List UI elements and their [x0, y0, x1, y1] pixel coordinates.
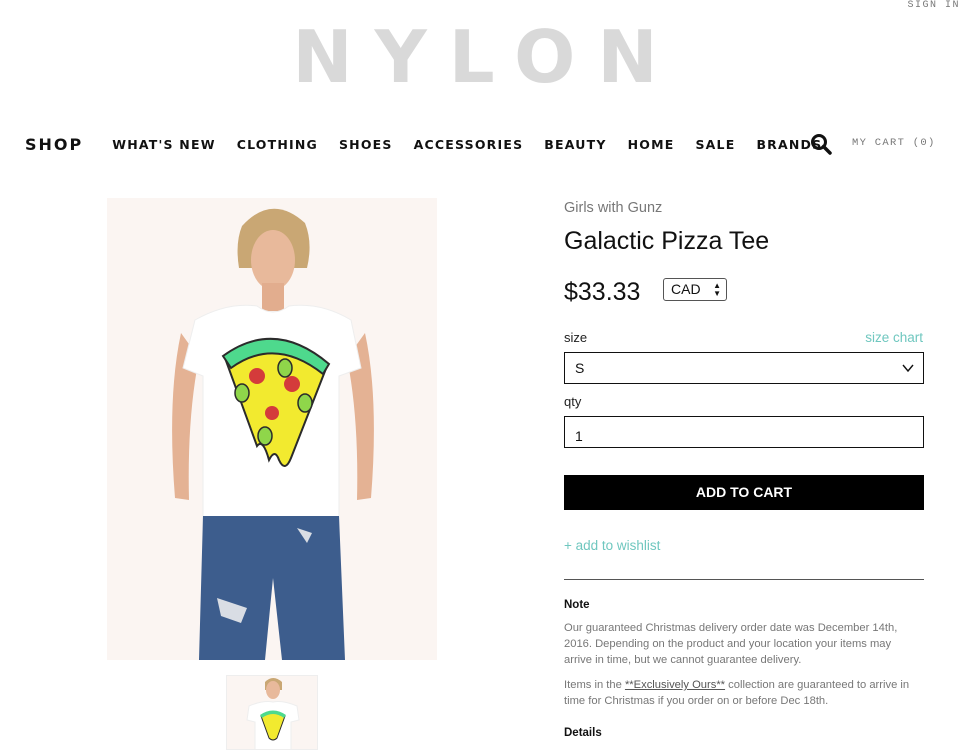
size-select-value: S — [575, 360, 585, 376]
product-thumbnail[interactable] — [226, 675, 318, 750]
product-main-image — [107, 198, 437, 660]
currency-value: CAD — [671, 281, 701, 297]
thumbnail-photo — [227, 676, 317, 749]
product-title: Galactic Pizza Tee — [564, 227, 770, 255]
product-price: $33.33 — [564, 278, 641, 306]
nav-item-shoes[interactable]: SHOES — [339, 137, 393, 152]
main-nav: SHOP WHAT'S NEW CLOTHING SHOES ACCESSORI… — [25, 133, 843, 155]
nav-item-sale[interactable]: SALE — [695, 137, 735, 152]
note-paragraph-1: Our guaranteed Christmas delivery order … — [564, 622, 898, 666]
sign-in-link[interactable]: SIGN IN — [907, 0, 960, 11]
size-chart-link[interactable]: size chart — [865, 330, 923, 345]
currency-select[interactable]: CAD ▲ ▼ — [663, 278, 727, 301]
qty-input[interactable] — [564, 416, 924, 448]
details-heading[interactable]: Details — [564, 727, 602, 739]
size-select[interactable]: S — [564, 352, 924, 384]
search-icon[interactable] — [810, 133, 832, 155]
product-photo — [107, 198, 437, 660]
note-paragraph-2: Items in the **Exclusively Ours** collec… — [564, 677, 914, 709]
nav-item-accessories[interactable]: ACCESSORIES — [414, 137, 524, 152]
nav-shop[interactable]: SHOP — [25, 135, 83, 154]
nav-item-clothing[interactable]: CLOTHING — [237, 137, 318, 152]
note-paragraph-2-before: Items in the — [564, 679, 625, 691]
sort-arrows-icon: ▲ ▼ — [713, 281, 721, 298]
nav-item-home[interactable]: HOME — [628, 137, 675, 152]
add-to-cart-button[interactable]: ADD TO CART — [564, 475, 924, 510]
site-logo[interactable]: NYLON — [0, 21, 950, 93]
note-heading: Note — [564, 599, 590, 611]
nav-item-whats-new[interactable]: WHAT'S NEW — [112, 137, 215, 152]
chevron-down-icon — [902, 364, 914, 373]
product-brand[interactable]: Girls with Gunz — [564, 200, 662, 216]
divider — [564, 579, 924, 580]
add-to-wishlist-link[interactable]: + add to wishlist — [564, 538, 660, 553]
cart-link[interactable]: MY CART (0) — [852, 137, 936, 149]
size-label: size — [564, 330, 588, 345]
qty-label: qty — [564, 394, 582, 409]
exclusively-ours-link[interactable]: **Exclusively Ours** — [625, 679, 725, 691]
nav-item-beauty[interactable]: BEAUTY — [544, 137, 606, 152]
